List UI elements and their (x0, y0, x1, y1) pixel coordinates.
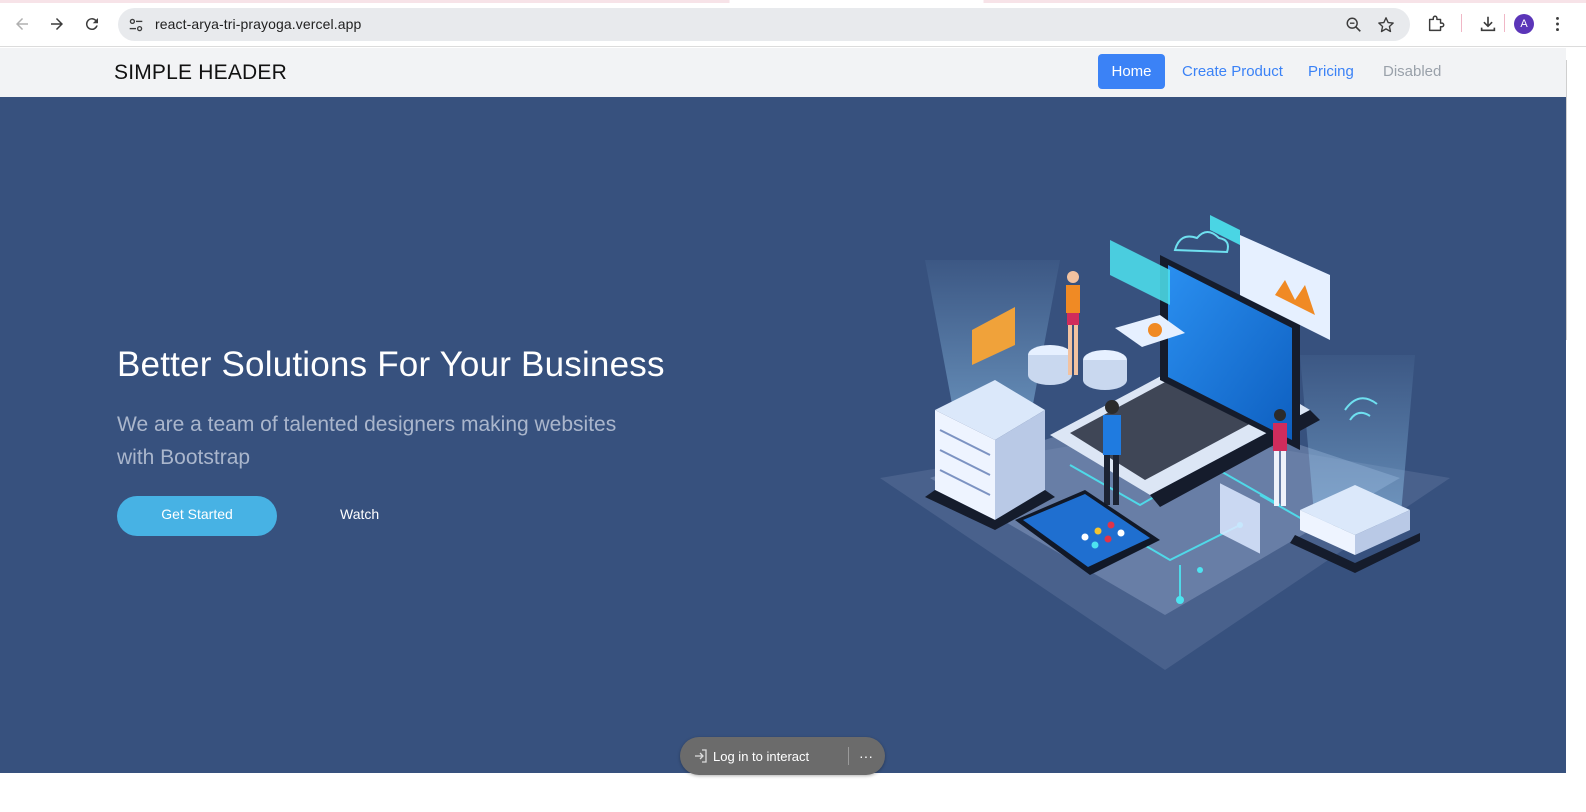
watch-button[interactable]: Watch (340, 506, 379, 522)
toolbar-separator (1504, 14, 1505, 32)
nav-home[interactable]: Home (1098, 54, 1165, 89)
get-started-button[interactable]: Get Started (117, 496, 277, 536)
pill-divider (848, 747, 849, 765)
profile-avatar[interactable]: A (1514, 14, 1534, 34)
more-horizontal-icon[interactable]: ··· (856, 746, 876, 766)
nav-pricing[interactable]: Pricing (1308, 63, 1354, 80)
hero-title: Better Solutions For Your Business (117, 345, 665, 384)
back-button[interactable] (10, 12, 34, 36)
arrow-right-icon (51, 18, 63, 30)
zoom-out-icon[interactable] (1344, 15, 1364, 35)
tune-icon[interactable] (126, 15, 146, 35)
address-bar[interactable]: react-arya-tri-prayoga.vercel.app (118, 8, 1410, 41)
toolbar-separator (1461, 14, 1462, 32)
isometric-tech-illustration (880, 215, 1450, 670)
forward-button[interactable] (45, 12, 69, 36)
login-icon (695, 749, 707, 763)
reload-button[interactable] (80, 12, 104, 36)
nav-disabled: Disabled (1383, 63, 1442, 80)
login-label[interactable]: Log in to interact (713, 749, 809, 764)
login-overlay[interactable]: Log in to interact ··· (680, 737, 885, 775)
brand-logo-text[interactable]: SIMPLE HEADER (114, 61, 287, 85)
hero-subtitle: We are a team of talented designers maki… (117, 413, 617, 469)
tab-strip-accent (0, 0, 1586, 3)
url-text[interactable]: react-arya-tri-prayoga.vercel.app (155, 16, 361, 32)
download-icon[interactable] (1477, 13, 1499, 35)
reload-icon (85, 18, 98, 31)
scrollbar-thumb[interactable] (1566, 60, 1567, 340)
star-icon[interactable] (1376, 15, 1396, 35)
arrow-left-icon (16, 18, 28, 30)
site-header: SIMPLE HEADER Home Create Product Pricin… (0, 48, 1566, 97)
more-vertical-icon[interactable] (1550, 13, 1564, 35)
scrollbar-track[interactable] (1566, 48, 1586, 812)
puzzle-icon[interactable] (1425, 13, 1447, 35)
browser-toolbar: react-arya-tri-prayoga.vercel.app A (0, 0, 1586, 47)
nav-create-product[interactable]: Create Product (1182, 63, 1283, 80)
